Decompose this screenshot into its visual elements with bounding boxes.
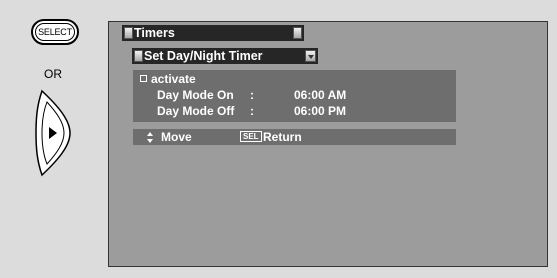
day-mode-off-value[interactable]: 06:00 PM xyxy=(294,104,346,118)
menu-title-bar: Timers xyxy=(122,25,304,41)
activate-option[interactable]: activate xyxy=(140,72,196,86)
select-button[interactable]: SELECT xyxy=(31,19,79,45)
timer-options-panel: activate Day Mode On : 06:00 AM Day Mode… xyxy=(133,70,456,122)
move-label: Move xyxy=(161,130,192,144)
dropdown-arrow-icon[interactable] xyxy=(305,50,316,62)
status-bar: Move SEL Return xyxy=(133,129,456,145)
title-left-cap-icon xyxy=(124,27,133,39)
up-down-arrow-icon xyxy=(147,132,153,143)
sel-key-icon: SEL xyxy=(240,131,262,142)
menu-title: Timers xyxy=(134,26,175,40)
select-button-label: SELECT xyxy=(35,23,75,41)
activate-checkbox[interactable] xyxy=(140,75,147,82)
submenu-label: Set Day/Night Timer xyxy=(144,49,263,63)
osd-screen: Timers Set Day/Night Timer activate Day … xyxy=(108,21,548,267)
manual-figure: SELECT OR Timers Set Day/Night Timer act… xyxy=(0,0,557,278)
return-label: Return xyxy=(263,130,302,144)
day-mode-off-separator: : xyxy=(250,104,254,118)
right-arrow-button[interactable] xyxy=(28,88,78,178)
or-label: OR xyxy=(44,67,62,81)
title-right-cap-icon xyxy=(293,27,302,39)
day-mode-on-value[interactable]: 06:00 AM xyxy=(294,88,346,102)
submenu-left-cap-icon xyxy=(134,50,143,62)
day-mode-off-label: Day Mode Off xyxy=(157,104,235,118)
day-mode-on-separator: : xyxy=(250,88,254,102)
day-mode-on-label: Day Mode On xyxy=(157,88,234,102)
submenu-dropdown[interactable]: Set Day/Night Timer xyxy=(132,48,318,64)
activate-label: activate xyxy=(151,72,196,86)
